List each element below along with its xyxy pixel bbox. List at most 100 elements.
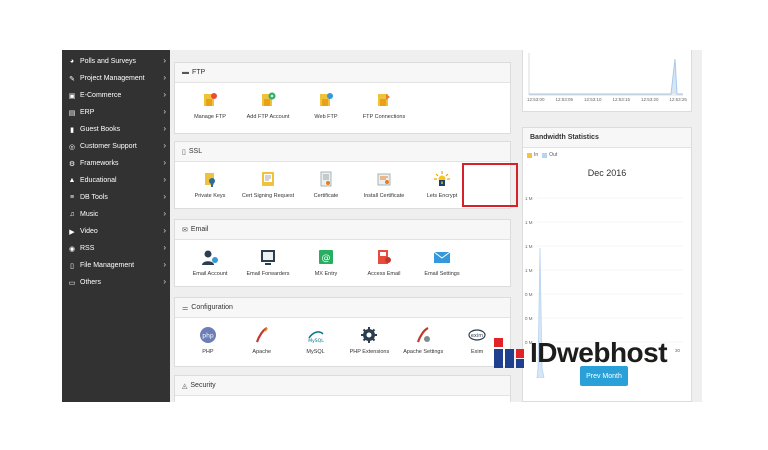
tick-label: 12:53:00 [527,97,545,102]
sidebar-item-guest-books[interactable]: ▮ Guest Books › [62,121,170,138]
chart-legend: In Out [523,148,691,158]
mysql-button[interactable]: MySQL MySQL [289,326,343,355]
time-axis-labels: 12:53:00 12:53:05 12:53:10 12:53:15 12:5… [527,97,687,102]
y-tick-label: 1 M [525,268,533,273]
sidebar-item-label: Polls and Surveys [80,58,137,65]
sidebar-item-video[interactable]: ▶ Video › [62,223,170,240]
chevron-right-icon: › [163,107,166,116]
sidebar-item-rss[interactable]: ◉ RSS › [62,240,170,257]
sidebar-item-educational[interactable]: ▲ Educational › [62,172,170,189]
ftp-connections-button[interactable]: FTP Connections [355,91,413,120]
apache-settings-icon [417,327,431,343]
video-icon: ▶ [69,228,75,236]
y-tick-label: 1 M [525,196,533,201]
manage-ftp-button[interactable]: Manage FTP [181,91,239,120]
chevron-right-icon: › [163,90,166,99]
private-keys-button[interactable]: Private Keys [181,170,239,199]
access-email-button[interactable]: Access Email [355,248,413,277]
sidebar-item-label: Project Management [80,75,145,82]
apache-button[interactable]: Apache [235,326,289,355]
exim-icon: exim [468,329,486,341]
email-account-button[interactable]: Email Account [181,248,239,277]
cart-icon: ▣ [68,92,76,100]
mysql-icon: MySQL [308,331,324,344]
sidebar-item-label: Educational [80,177,117,184]
sidebar-item-music[interactable]: ♫ Music › [62,206,170,223]
manage-ftp-icon [204,93,217,106]
email-settings-icon [433,251,451,263]
sidebar-item-customer-support[interactable]: ◎ Customer Support › [62,138,170,155]
sidebar-item-label: Customer Support [80,143,137,150]
php-button[interactable]: php PHP [181,326,235,355]
access-email-icon [378,250,391,264]
panel-title: FTP [192,69,206,76]
chevron-right-icon: › [163,243,166,252]
folder-icon: ▬ [182,69,189,76]
php-icon: php [199,327,216,343]
sidebar-item-label: File Management [80,262,135,269]
tick-label: 12:53:25 [669,97,687,102]
y-gridlines [537,197,683,343]
panel-title: SSL [188,148,203,155]
add-ftp-icon [262,92,276,106]
sidebar-item-label: ERP [80,109,95,116]
svg-text:exim: exim [471,333,483,339]
sidebar-item-e-commerce[interactable]: ▣ E-Commerce › [62,87,170,104]
sidebar-item-polls-and-surveys[interactable]: ◕ Polls and Surveys › [62,53,170,70]
ftp-connections-icon [378,94,390,106]
pie-chart-icon: ◕ [69,58,75,65]
php-extensions-button[interactable]: PHP Extensions [342,326,396,355]
add-ftp-account-button[interactable]: Add FTP Account [239,91,297,120]
install-certificate-icon [377,173,391,186]
sidebar-item-project-management[interactable]: ✎ Project Management › [62,70,170,87]
sidebar-item-erp[interactable]: ▤ ERP › [62,104,170,121]
sidebar-item-label: RSS [80,245,95,252]
legend-label-out: Out [549,152,558,158]
chart-month-title: Dec 2016 [587,168,627,178]
email-forwarders-button[interactable]: Email Forwarders [239,248,297,277]
sidebar-item-file-management[interactable]: ▯ File Management › [62,257,170,274]
brand-logo: IDwebhost [492,336,668,370]
mx-entry-icon: @ [319,250,333,264]
php-extensions-icon [361,327,378,343]
svg-text:MySQL: MySQL [308,338,324,344]
panel-header: ✉ Email [175,220,510,240]
sidebar-item-label: DB Tools [80,194,108,201]
legend-swatch-out [542,152,548,158]
panel-header: ◬ Security [175,376,510,396]
folder-icon: ▭ [68,279,76,287]
sidebar-item-label: Guest Books [80,126,121,133]
email-forwarders-icon [261,250,275,265]
music-icon: ♫ [69,211,75,218]
apache-settings-button[interactable]: Apache Settings [396,326,450,355]
chevron-right-icon: › [163,192,166,201]
panel-header: Bandwidth Statistics [523,128,691,148]
brand-name: IDwebhost [530,337,668,368]
y-tick-label: 1 M [525,220,533,225]
document-icon: ▯ [182,148,186,156]
lets-encrypt-icon [434,171,450,186]
database-icon: ≡ [69,194,75,201]
email-settings-button[interactable]: Email Settings [413,248,471,277]
sidebar-item-others[interactable]: ▭ Others › [62,274,170,291]
y-tick-label: 0 M [525,292,533,297]
email-account-icon [202,250,218,265]
apache-icon [255,327,268,343]
y-tick-label: 1 M [525,244,533,249]
sidebar-item-frameworks[interactable]: ⚙ Frameworks › [62,155,170,172]
panel-configuration: ⚌ Configuration php PHP Apache MySQL MySQ… [174,297,511,367]
cert-signing-request-button[interactable]: Cert Signing Request [239,170,297,199]
brand-logo-mark-icon [494,338,524,368]
y-tick-label: 0 M [525,316,533,321]
web-ftp-button[interactable]: Web FTP [297,91,355,120]
certificate-button[interactable]: Certificate [297,170,355,199]
sliders-icon: ⚌ [182,304,189,312]
chevron-right-icon: › [163,277,166,286]
panel-title: Bandwidth Statistics [530,134,599,141]
sidebar-item-db-tools[interactable]: ≡ DB Tools › [62,189,170,206]
mx-entry-button[interactable]: @ MX Entry [297,248,355,277]
live-traffic-chart [528,53,683,96]
edit-icon: ✎ [69,75,75,83]
install-certificate-button[interactable]: Install Certificate [355,170,413,199]
svg-text:php: php [202,333,214,340]
